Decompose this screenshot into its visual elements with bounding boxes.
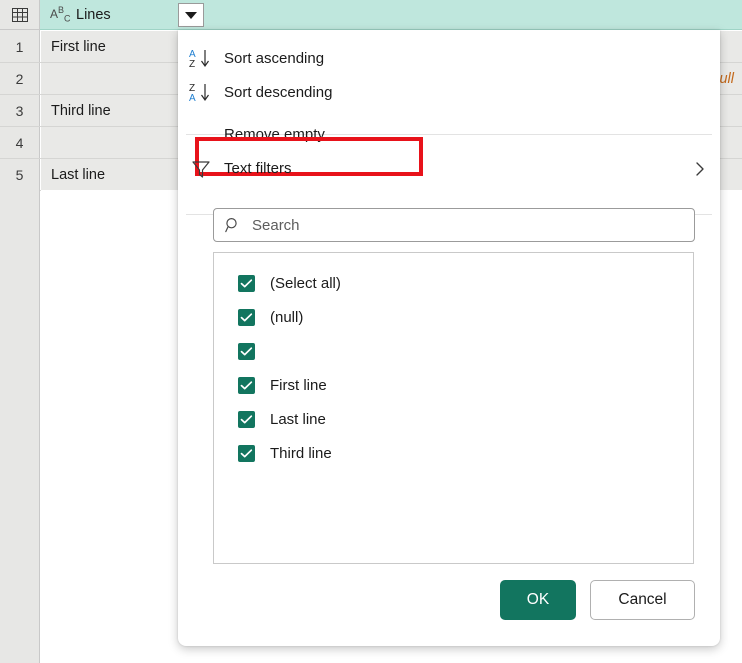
grid-header-row: ABC Lines [0, 0, 742, 30]
table-grid-icon [11, 7, 28, 22]
menu-item-remove-empty[interactable]: Remove empty [178, 118, 720, 150]
checkbox-checked-icon[interactable] [238, 274, 255, 292]
search-placeholder: Search [252, 216, 300, 234]
list-item-label: Third line [270, 444, 332, 462]
column-filter-popup: A Z Sort ascending Z A Sort descending R… [178, 30, 720, 646]
select-all-corner-button[interactable] [0, 0, 40, 30]
menu-item-sort-descending[interactable]: Z A Sort descending [178, 76, 720, 109]
filter-funnel-icon [178, 159, 224, 179]
column-header-lines[interactable]: ABC Lines [40, 0, 742, 30]
row-number: 1 [0, 31, 40, 62]
svg-text:A: A [189, 93, 196, 104]
row-number: 3 [0, 95, 40, 126]
list-item[interactable]: Third line [214, 436, 693, 470]
column-filter-dropdown-button[interactable] [178, 3, 204, 27]
ok-button[interactable]: OK [500, 580, 576, 620]
filter-value-list[interactable]: (Select all) (null) First line Last line… [213, 252, 694, 564]
search-icon [214, 217, 252, 233]
checkbox-checked-icon[interactable] [238, 444, 255, 462]
menu-item-sort-ascending[interactable]: A Z Sort ascending [178, 42, 720, 75]
list-item-label: (Select all) [270, 274, 341, 292]
list-item-label: First line [270, 376, 327, 394]
list-item[interactable]: Last line [214, 402, 693, 436]
sort-ascending-az-icon: A Z [178, 48, 224, 70]
sort-descending-za-icon: Z A [178, 82, 224, 104]
list-item[interactable] [214, 334, 693, 368]
column-header-label: Lines [76, 6, 111, 23]
empty-row-gutter [0, 190, 40, 663]
checkbox-checked-icon[interactable] [238, 376, 255, 394]
cancel-button[interactable]: Cancel [590, 580, 695, 620]
row-number: 5 [0, 159, 40, 190]
list-item[interactable]: (null) [214, 300, 693, 334]
list-item-label: (null) [270, 308, 304, 326]
menu-item-label: Sort descending [224, 84, 333, 101]
list-item-label: Last line [270, 410, 326, 428]
svg-text:Z: Z [189, 59, 195, 70]
menu-item-label: Sort ascending [224, 50, 325, 67]
popup-button-row: OK Cancel [178, 580, 720, 626]
menu-item-text-filters[interactable]: Text filters [178, 152, 720, 185]
checkbox-checked-icon[interactable] [238, 410, 255, 428]
row-number: 2 [0, 63, 40, 94]
menu-item-label: Text filters [224, 160, 292, 177]
search-input[interactable]: Search [213, 208, 695, 242]
caret-down-icon [185, 11, 197, 19]
text-type-icon: ABC [50, 4, 71, 24]
chevron-right-icon [680, 161, 720, 177]
list-item-select-all[interactable]: (Select all) [214, 266, 693, 300]
checkbox-checked-icon[interactable] [238, 342, 255, 360]
checkbox-checked-icon[interactable] [238, 308, 255, 326]
row-number: 4 [0, 127, 40, 158]
list-item[interactable]: First line [214, 368, 693, 402]
menu-item-label: Remove empty [224, 125, 325, 143]
